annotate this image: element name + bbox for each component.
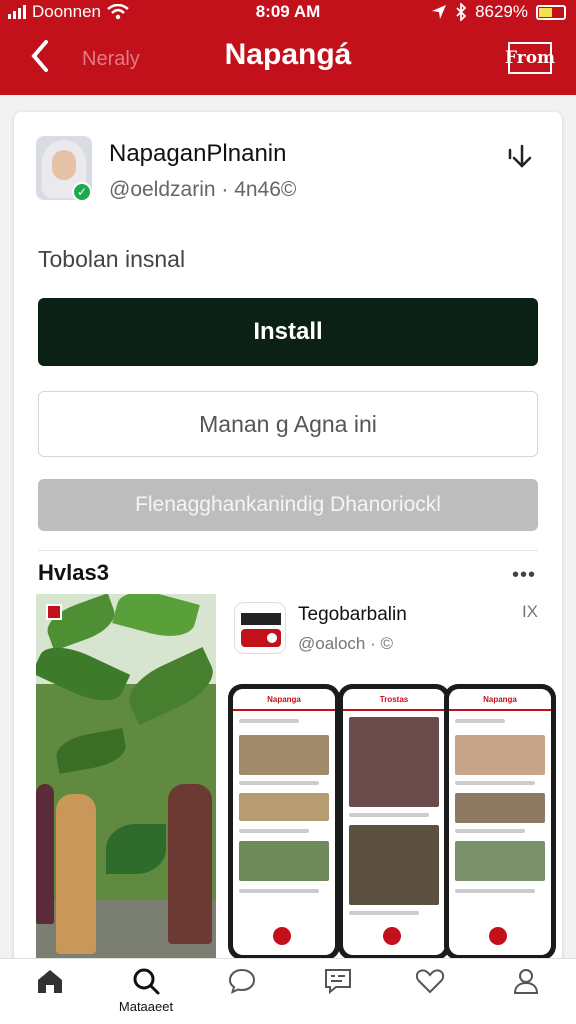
from-button[interactable]: From <box>505 42 555 74</box>
related-app-name[interactable]: Tegobarbalin <box>298 604 407 626</box>
download-icon[interactable] <box>506 142 538 174</box>
disabled-button: Flenagghankanindig Dhanoriockl <box>38 479 538 531</box>
app-meta: @oeldzarin · 4n46© <box>109 178 297 201</box>
tab-messages[interactable] <box>298 965 378 1021</box>
nav-row: Neraly Napangá From <box>0 30 576 90</box>
screenshot-phone-2[interactable]: Trostas <box>338 684 450 960</box>
location-icon <box>432 5 447 19</box>
manage-button[interactable]: Manan g Agna ini <box>38 391 538 457</box>
more-options-icon[interactable]: ••• <box>512 564 536 587</box>
battery-percent: 8629% <box>475 2 528 21</box>
related-app-meta: @oaloch · © <box>298 634 393 653</box>
status-bar: Doonnen 8:09 AM 8629% <box>0 0 576 26</box>
phone-1-header: Napanga <box>233 689 335 711</box>
tab-search-label: Mataaeet <box>118 999 174 1014</box>
phone-2-header: Trostas <box>343 689 445 711</box>
app-header: Doonnen 8:09 AM 8629% Neraly Napangá Fro… <box>0 0 576 95</box>
tab-chat[interactable] <box>202 965 282 1021</box>
screenshot-phone-1[interactable]: Napanga <box>228 684 340 960</box>
photo-badge-icon <box>46 604 62 620</box>
section-title: Hvlas3 <box>38 560 109 585</box>
close-button[interactable]: IX <box>522 602 538 622</box>
divider <box>38 550 538 551</box>
chat-bubble-icon <box>228 968 256 994</box>
status-right: 8629% <box>431 2 566 22</box>
phone-3-header: Napanga <box>449 689 551 711</box>
tab-favorites[interactable] <box>390 965 470 1021</box>
app-subtitle: Tobolan insnal <box>38 246 186 272</box>
tab-bar: Mataaeet <box>0 958 576 1024</box>
tab-home[interactable] <box>10 965 90 1021</box>
tab-profile[interactable] <box>486 965 566 1021</box>
verified-badge-icon: ✓ <box>72 182 92 202</box>
screenshot-phone-3[interactable]: Napanga <box>444 684 556 960</box>
search-icon <box>133 968 160 995</box>
related-app-icon[interactable] <box>234 602 286 654</box>
gallery-photo[interactable] <box>36 594 216 960</box>
battery-icon <box>536 4 566 20</box>
home-icon <box>38 970 62 993</box>
heart-icon <box>415 969 445 994</box>
tab-search[interactable]: Mataaeet <box>106 965 186 1021</box>
message-icon <box>325 969 351 995</box>
profile-icon <box>513 969 539 994</box>
app-name: NapaganPlnanin <box>109 140 287 167</box>
app-card: ✓ NapaganPlnanin @oeldzarin · 4n46© Tobo… <box>14 112 562 972</box>
install-button[interactable]: Install <box>38 298 538 366</box>
bluetooth-icon <box>456 3 467 21</box>
page-title: Napangá <box>224 38 352 71</box>
